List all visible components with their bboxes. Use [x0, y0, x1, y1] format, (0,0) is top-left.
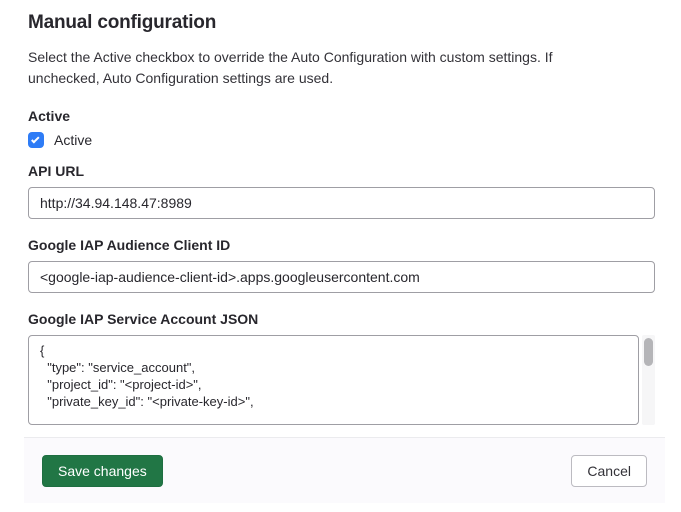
- page-description: Select the Active checkbox to override t…: [28, 47, 576, 89]
- service-account-json-textarea[interactable]: { "type": "service_account", "project_id…: [28, 335, 639, 425]
- active-checkbox-row: Active: [28, 132, 655, 148]
- service-account-json-field: Google IAP Service Account JSON { "type"…: [28, 311, 655, 425]
- api-url-label: API URL: [28, 163, 655, 179]
- active-field: Active Active: [28, 108, 655, 148]
- active-checkbox[interactable]: [28, 132, 44, 148]
- check-icon: [31, 135, 39, 143]
- api-url-input[interactable]: [28, 187, 655, 219]
- audience-client-id-field: Google IAP Audience Client ID: [28, 237, 655, 293]
- audience-client-id-label: Google IAP Audience Client ID: [28, 237, 655, 253]
- textarea-scrollbar-track[interactable]: [642, 335, 655, 425]
- api-url-field: API URL: [28, 163, 655, 219]
- page-title: Manual configuration: [28, 12, 655, 34]
- save-changes-button[interactable]: Save changes: [42, 455, 163, 487]
- textarea-scrollbar-thumb[interactable]: [644, 338, 653, 366]
- service-account-json-label: Google IAP Service Account JSON: [28, 311, 655, 327]
- form-actions-footer: Save changes Cancel: [24, 437, 665, 503]
- form-content: Manual configuration Select the Active c…: [0, 0, 681, 425]
- manual-configuration-panel: Manual configuration Select the Active c…: [0, 0, 681, 503]
- audience-client-id-input[interactable]: [28, 261, 655, 293]
- active-field-label: Active: [28, 108, 655, 124]
- active-checkbox-label[interactable]: Active: [54, 132, 92, 148]
- cancel-button[interactable]: Cancel: [571, 455, 647, 487]
- service-account-json-wrap: { "type": "service_account", "project_id…: [28, 335, 655, 425]
